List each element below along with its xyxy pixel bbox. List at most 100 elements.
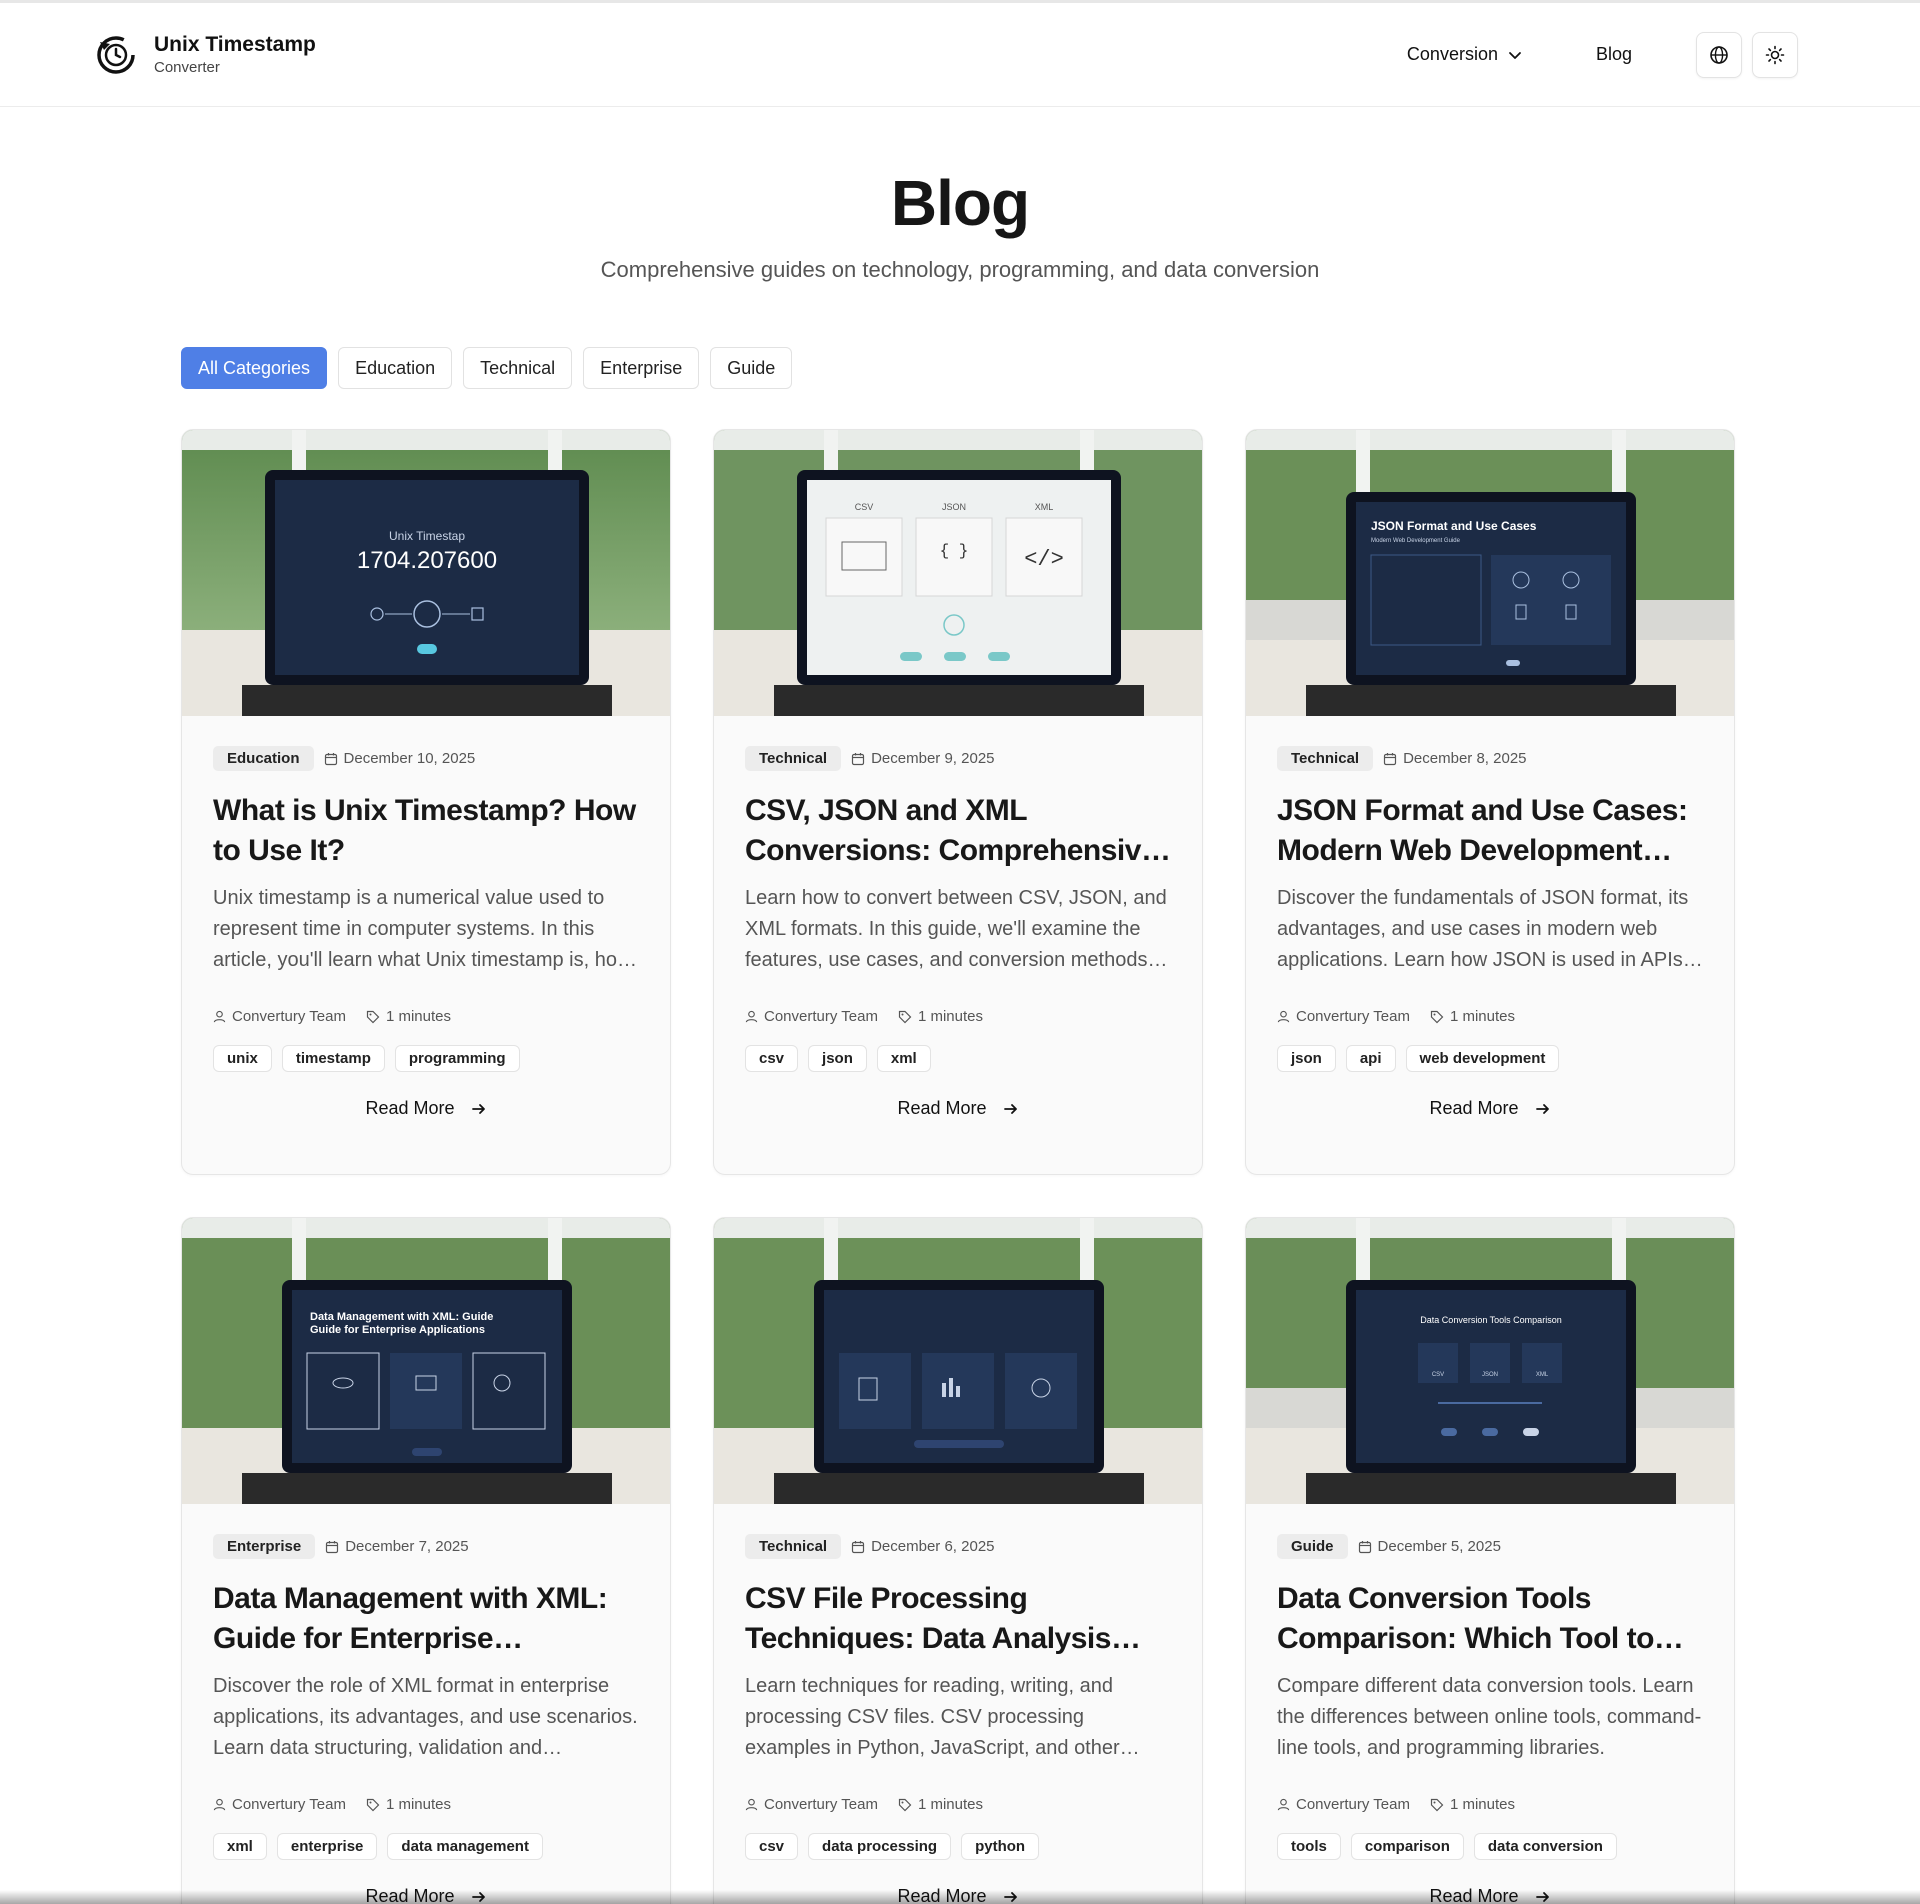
post-title[interactable]: JSON Format and Use Cases: Modern Web De… [1277,791,1703,871]
arrow-right-icon [1535,1103,1549,1114]
hero-section: Blog Comprehensive guides on technology,… [0,107,1920,283]
post-thumbnail-image: Data Conversion Tools Comparison CSV JSO… [1246,1218,1734,1504]
post-excerpt: Compare different data conversion tools.… [1277,1675,1702,1759]
chevron-down-icon [1509,51,1521,59]
tag-chip[interactable]: tools [1277,1833,1341,1860]
post-title[interactable]: CSV File Processing Techniques: Data Ana… [745,1579,1171,1659]
globe-icon [1710,45,1728,64]
thumb-label: JSON [942,502,966,512]
post-title[interactable]: Data Conversion Tools Comparison: Which … [1277,1579,1703,1659]
tag-chip[interactable]: enterprise [276,1833,378,1860]
post-author: Convertury Team [232,1796,346,1813]
post-title[interactable]: Data Management with XML: Guide for Ente… [213,1579,639,1659]
filter-education[interactable]: Education [338,347,453,389]
user-icon [1277,1010,1290,1023]
blog-post-grid: Unix Timestap 1704.207600 Education Dece… [181,429,1920,1904]
brand-logo-link[interactable]: Unix Timestamp Converter [94,32,316,78]
calendar-icon [851,752,865,765]
post-read-time: 1 minutes [917,1008,983,1025]
tag-chip[interactable]: python [961,1833,1040,1860]
nav-conversion-label: Conversion [1406,44,1498,64]
post-date: December 8, 2025 [1403,750,1527,767]
thumb-label: CSV [1432,1372,1444,1378]
blog-card[interactable]: JSON Format and Use Cases Modern Web Dev… [1245,429,1735,1175]
post-excerpt: Discover the fundamentals of JSON format… [1277,887,1689,971]
post-thumbnail-image: CSV JSON XML </> { } [714,430,1202,716]
post-title[interactable]: What is Unix Timestamp? How to Use It? [213,791,639,871]
read-more-link[interactable]: Read More [182,1098,670,1119]
post-read-time: 1 minutes [1449,1796,1515,1813]
tag-chip[interactable]: csv [745,1833,799,1860]
post-thumbnail-image [714,1218,1202,1504]
tag-chip[interactable]: data processing [808,1833,952,1860]
post-date-wrap: December 9, 2025 [851,750,995,767]
post-date-wrap: December 7, 2025 [325,1538,469,1555]
tag-chip[interactable]: json [1277,1045,1336,1072]
tag-chip[interactable]: timestamp [281,1045,385,1072]
tag-chip[interactable]: comparison [1350,1833,1464,1860]
thumb-subheading: Guide for Enterprise Applications [310,1324,485,1336]
post-date: December 10, 2025 [343,750,476,767]
filter-enterprise[interactable]: Enterprise [583,347,700,389]
tag-chip[interactable]: csv [745,1045,799,1072]
post-date-wrap: December 5, 2025 [1358,1538,1501,1555]
thumb-label: XML [1035,502,1054,512]
tag-icon [366,1798,380,1811]
post-date-wrap: December 6, 2025 [851,1538,995,1555]
post-thumbnail-image: Unix Timestap 1704.207600 [182,430,670,716]
blog-card[interactable]: Data Management with XML: Guide Guide fo… [181,1217,671,1904]
post-author: Convertury Team [1296,1796,1410,1813]
post-date-wrap: December 10, 2025 [324,750,476,767]
tag-chip[interactable]: web development [1405,1045,1560,1072]
tag-chip[interactable]: data management [387,1833,543,1860]
sun-icon [1765,45,1785,64]
theme-toggle-button[interactable] [1752,31,1798,78]
read-more-link[interactable]: Read More [714,1098,1202,1119]
page-subtitle: Comprehensive guides on technology, prog… [600,257,1320,282]
language-button[interactable] [1696,31,1742,78]
nav-conversion-dropdown[interactable]: Conversion [1395,36,1534,73]
tag-chip[interactable]: api [1345,1045,1396,1072]
blog-card[interactable]: Technical December 6, 2025 CSV File Proc… [713,1217,1203,1904]
tag-chip[interactable]: unix [213,1045,272,1072]
tag-chip[interactable]: programming [394,1045,520,1072]
post-date: December 6, 2025 [871,1538,995,1555]
blog-card[interactable]: Data Conversion Tools Comparison CSV JSO… [1245,1217,1735,1904]
post-thumbnail-image: JSON Format and Use Cases Modern Web Dev… [1246,430,1734,716]
tag-chip[interactable]: data conversion [1473,1833,1617,1860]
calendar-icon [851,1540,865,1553]
tag-icon [898,1798,912,1811]
viewport-bottom-shadow [0,1890,1920,1904]
read-more-label: Read More [897,1098,987,1118]
main-nav: Conversion Blog [1395,31,1798,78]
post-tags: unix timestamp programming [213,1045,639,1072]
filter-technical[interactable]: Technical [463,347,573,389]
tag-chip[interactable]: json [808,1045,867,1072]
calendar-icon [326,1540,339,1553]
tag-icon [898,1010,912,1023]
clock-refresh-logo-icon [97,35,135,74]
tag-chip[interactable]: xml [213,1833,267,1860]
category-badge: Enterprise [213,1534,316,1559]
site-header: Unix Timestamp Converter Conversion Blog [0,3,1920,107]
read-more-label: Read More [365,1098,455,1118]
brand-subtitle: Converter [154,58,220,76]
category-badge: Technical [745,1534,842,1559]
blog-card[interactable]: CSV JSON XML </> { } Technical December … [713,429,1203,1175]
post-author: Convertury Team [764,1796,878,1813]
user-icon [1277,1798,1290,1811]
filter-all-categories[interactable]: All Categories [181,347,328,389]
user-icon [213,1010,226,1023]
read-more-link[interactable]: Read More [1246,1098,1734,1119]
thumb-heading: JSON Format and Use Cases [1371,519,1537,533]
blog-card[interactable]: Unix Timestap 1704.207600 Education Dece… [181,429,671,1175]
post-date: December 9, 2025 [871,750,995,767]
svg-text:</>: </> [1024,547,1064,572]
thumb-heading: Unix Timestap [389,529,465,543]
filter-guide[interactable]: Guide [710,347,793,389]
tag-chip[interactable]: xml [876,1045,931,1072]
nav-blog-link[interactable]: Blog [1584,36,1644,73]
arrow-right-icon [471,1103,485,1114]
post-thumbnail-image: Data Management with XML: Guide Guide fo… [182,1218,670,1504]
post-title[interactable]: CSV, JSON and XML Conversions: Comprehen… [745,791,1171,871]
